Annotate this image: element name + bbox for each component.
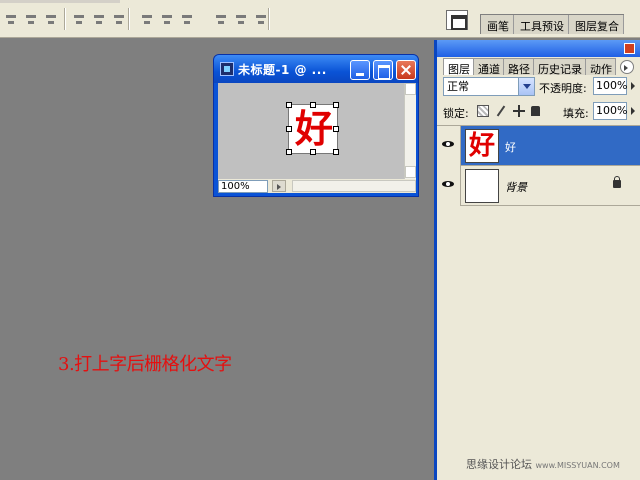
watermark-text: 思缘设计论坛 xyxy=(466,458,532,471)
layer-thumbnail xyxy=(465,169,499,203)
distribute-hcenter-icon[interactable] xyxy=(234,12,248,26)
visibility-toggle[interactable] xyxy=(437,166,461,206)
layer-name[interactable]: 背景 xyxy=(505,179,527,195)
eye-icon xyxy=(442,139,454,149)
fill-label: 填充: xyxy=(563,107,589,120)
tab-channels[interactable]: 通道 xyxy=(473,58,504,76)
palette-well-icon[interactable] xyxy=(446,10,468,30)
document-title: 未标题-1 @ ... xyxy=(238,63,327,77)
text-glyph: 好 xyxy=(294,106,333,151)
distribute-vcenter-icon[interactable] xyxy=(160,12,174,26)
layer-thumbnail-glyph: 好 xyxy=(468,131,495,161)
menu-strip xyxy=(0,0,120,3)
separator xyxy=(268,8,270,30)
layers-palette: 图层 通道 路径 历史记录 动作 正常 不透明度: 100% 锁定: 填充: 1… xyxy=(434,40,640,480)
document-window: 未标题-1 @ ... 好 100% xyxy=(213,54,419,197)
opacity-input[interactable]: 100% xyxy=(593,77,627,95)
palette-titlebar[interactable] xyxy=(437,40,640,57)
align-right-icon[interactable] xyxy=(112,12,126,26)
opacity-label: 不透明度: xyxy=(539,82,587,95)
transform-handle[interactable] xyxy=(286,102,292,108)
align-left-icon[interactable] xyxy=(72,12,86,26)
transform-handle[interactable] xyxy=(310,149,316,155)
transform-handle[interactable] xyxy=(333,102,339,108)
transform-handle[interactable] xyxy=(333,126,339,132)
tab-history[interactable]: 历史记录 xyxy=(533,58,586,76)
chevron-down-icon[interactable] xyxy=(518,78,534,95)
blend-mode-value: 正常 xyxy=(447,80,469,93)
blend-opacity-row: 正常 不透明度: 100% xyxy=(443,77,637,97)
horizontal-scrollbar[interactable] xyxy=(292,180,416,192)
dock-tab-tool-presets[interactable]: 工具预设 xyxy=(514,15,569,34)
align-top-icon[interactable] xyxy=(4,12,18,26)
dock-tab-layer-comps[interactable]: 图层复合 xyxy=(569,15,624,34)
distribute-bottom-icon[interactable] xyxy=(180,12,194,26)
lock-position-icon[interactable] xyxy=(513,105,525,117)
transform-handle[interactable] xyxy=(310,102,316,108)
opacity-slider-arrow-icon[interactable] xyxy=(628,78,638,94)
photoshop-doc-icon xyxy=(220,62,234,76)
tutorial-caption: 3.打上字后栅格化文字 xyxy=(58,354,232,375)
zoom-field[interactable]: 100% xyxy=(218,179,268,193)
tab-actions[interactable]: 动作 xyxy=(585,58,616,76)
minimize-button[interactable] xyxy=(350,60,370,80)
dock-tab-brushes[interactable]: 画笔 xyxy=(481,15,514,34)
lock-label: 锁定: xyxy=(443,107,469,120)
watermark-url: www.MISSYUAN.COM xyxy=(535,461,620,470)
transform-handle[interactable] xyxy=(286,149,292,155)
align-hcenter-icon[interactable] xyxy=(92,12,106,26)
vertical-scrollbar[interactable] xyxy=(404,83,416,179)
distribute-right-icon[interactable] xyxy=(254,12,268,26)
palette-tabs: 图层 通道 路径 历史记录 动作 xyxy=(443,58,616,76)
lock-transparency-icon[interactable] xyxy=(477,105,489,117)
visibility-toggle[interactable] xyxy=(437,126,461,166)
align-bottom-icon[interactable] xyxy=(44,12,58,26)
options-bar: 画笔 工具预设 图层复合 xyxy=(0,0,640,38)
scroll-down-arrow[interactable] xyxy=(405,166,416,178)
layer-name[interactable]: 好 xyxy=(505,139,516,155)
separator xyxy=(64,8,66,30)
close-button[interactable] xyxy=(396,60,416,80)
align-buttons-group xyxy=(4,8,126,34)
fill-slider-arrow-icon[interactable] xyxy=(628,103,638,119)
maximize-button[interactable] xyxy=(373,60,393,80)
lock-fill-row: 锁定: 填充: 100% xyxy=(443,102,637,122)
tab-layers[interactable]: 图层 xyxy=(443,58,474,76)
transform-handle[interactable] xyxy=(286,126,292,132)
transform-handle[interactable] xyxy=(333,149,339,155)
palette-close-icon[interactable] xyxy=(624,43,635,54)
distribute-buttons-group xyxy=(140,12,268,26)
layer-row-background[interactable]: 背景 xyxy=(437,166,640,206)
lock-pixels-icon[interactable] xyxy=(495,105,507,117)
watermark: 思缘设计论坛 www.MISSYUAN.COM xyxy=(466,456,620,472)
status-menu-icon[interactable] xyxy=(272,180,286,192)
canvas[interactable]: 好 xyxy=(286,102,339,155)
distribute-top-icon[interactable] xyxy=(140,12,154,26)
tab-paths[interactable]: 路径 xyxy=(503,58,534,76)
eye-icon xyxy=(442,179,454,189)
layer-row-text[interactable]: 好 好 xyxy=(437,126,640,166)
distribute-left-icon[interactable] xyxy=(214,12,228,26)
layer-thumbnail: 好 xyxy=(465,129,499,163)
document-titlebar[interactable]: 未标题-1 @ ... xyxy=(214,55,418,83)
blend-mode-select[interactable]: 正常 xyxy=(443,77,535,96)
separator xyxy=(128,8,130,30)
palette-menu-icon[interactable] xyxy=(620,60,634,74)
fill-input[interactable]: 100% xyxy=(593,102,627,120)
document-statusbar: 100% xyxy=(218,179,416,193)
palette-well: 画笔 工具预设 图层复合 xyxy=(480,14,624,34)
layers-list: 好 好 背景 xyxy=(437,125,640,480)
lock-all-icon[interactable] xyxy=(531,106,540,116)
scroll-up-arrow[interactable] xyxy=(405,83,416,95)
align-vcenter-icon[interactable] xyxy=(24,12,38,26)
canvas-viewport[interactable]: 好 xyxy=(218,83,404,179)
lock-icon xyxy=(613,176,621,188)
